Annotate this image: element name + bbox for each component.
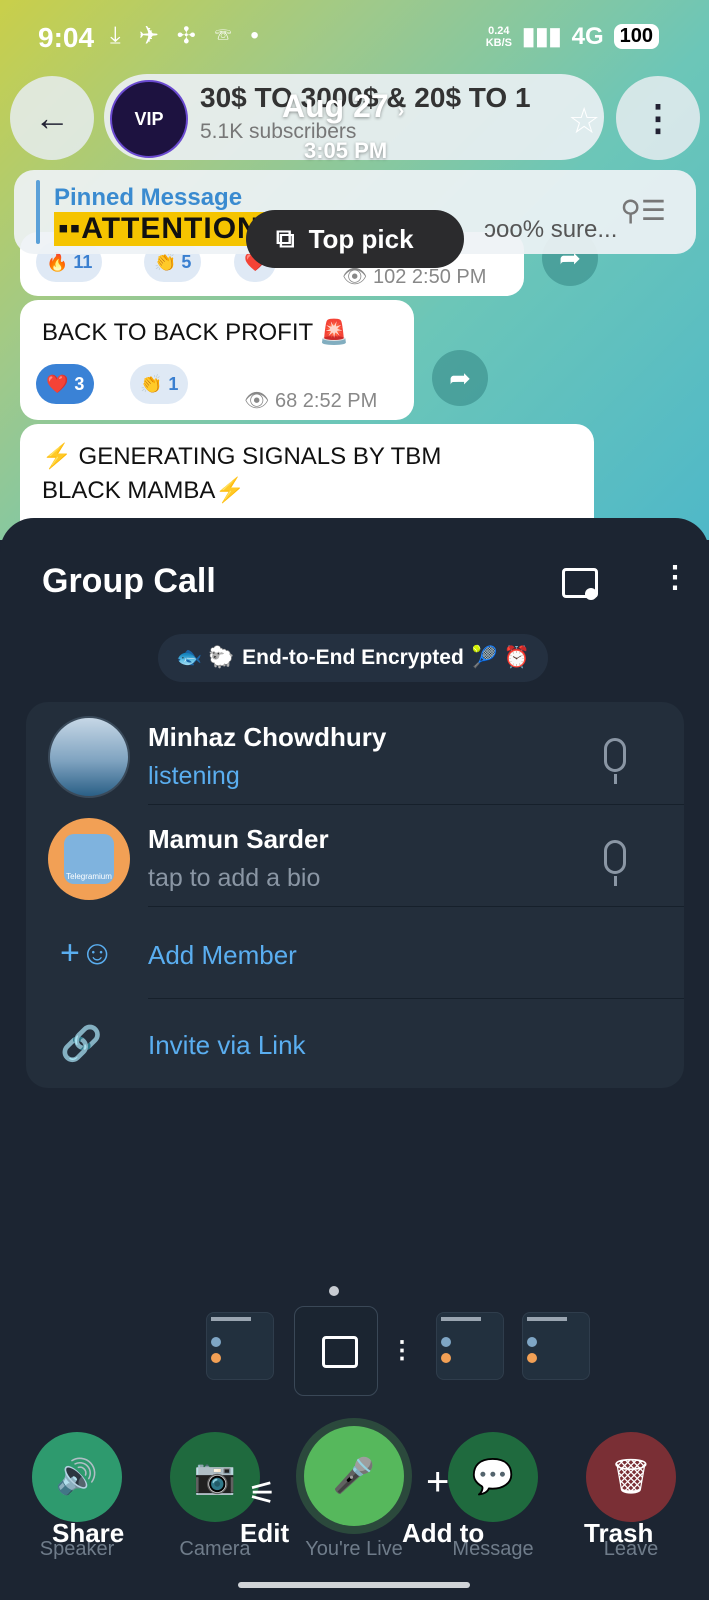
mic-stem [614, 774, 617, 784]
share-action[interactable]: Share [52, 1518, 124, 1549]
live-label: You're Live [305, 1538, 403, 1560]
add-member-label: Add Member [148, 940, 297, 970]
edit-icon[interactable]: ⚟ [248, 1474, 277, 1512]
network-type: 4G [571, 22, 604, 50]
chevron-right-icon: › [397, 100, 405, 122]
participant-status: listening [148, 762, 240, 790]
page-indicator [329, 1286, 339, 1296]
encryption-badge[interactable]: 🐟 🐑 End-to-End Encrypted 🎾 ⏰ [158, 634, 548, 682]
net-speed: 0.24 KB/S [485, 24, 512, 49]
time-overlay: 3:05 PM [304, 138, 388, 163]
more-vert-icon[interactable]: ⋮ [660, 560, 690, 595]
forward-button[interactable]: ➦ [432, 350, 488, 406]
message-icon: 💬 [471, 1458, 515, 1496]
avatar: Telegramium [48, 818, 130, 900]
encryption-emoji-left: 🐟 🐑 [176, 646, 235, 669]
mic-button[interactable]: 🎤 [304, 1426, 404, 1526]
mic-stem [614, 876, 617, 886]
message-text: BACK TO BACK PROFIT 🚨 [42, 319, 350, 346]
pinned-text: ▪▪ATTENTION [54, 212, 264, 246]
trash-icon: 🗑 [609, 1458, 653, 1496]
star-icon[interactable]: ☆ [568, 100, 600, 142]
notification-icons: ⤓ ✈ ✣ ☏ • [110, 22, 265, 49]
message-text: ⚡ GENERATING SIGNALS BY TBM BLACK MAMBA⚡ [42, 443, 442, 504]
add-user-icon: +☺ [60, 934, 115, 972]
back-button[interactable]: ← [10, 76, 94, 160]
invite-link-row[interactable]: 🔗 Invite via Link [26, 998, 684, 1088]
mic-icon[interactable] [604, 738, 626, 772]
telegramium-logo-icon: Telegramium [64, 834, 114, 884]
recent-thumbnail[interactable] [522, 1312, 590, 1380]
message-button[interactable]: 💬 [448, 1432, 538, 1522]
participant-row[interactable]: Minhaz Chowdhury listening [26, 716, 684, 806]
more-vert-icon: ⋮ [640, 97, 676, 138]
participants-panel: Minhaz Chowdhury listening Telegramium M… [26, 702, 684, 1088]
plus-icon[interactable]: + [426, 1460, 449, 1505]
add-to-action[interactable]: Add to [402, 1518, 484, 1549]
speaker-icon: 🔊 [55, 1458, 99, 1496]
pip-star-icon: ⧉ [276, 223, 295, 253]
participant-name: Minhaz Chowdhury [148, 722, 387, 752]
battery-icon: 100 [613, 24, 659, 49]
avatar [48, 716, 130, 798]
mic-icon: 🎤 [332, 1457, 376, 1495]
status-bar: 9:04 ⤓ ✈ ✣ ☏ • 0.24 KB/S ▮▮▮ 4G 100 [0, 0, 709, 70]
recent-thumbnail[interactable] [436, 1312, 504, 1380]
status-time: 9:04 [38, 22, 95, 53]
message-bubble[interactable]: BACK TO BACK PROFIT 🚨 ❤️ 3 👏 1 👁 68 2:52 P… [20, 300, 414, 420]
recent-thumbnail[interactable] [206, 1312, 274, 1380]
top-pick-label: Top pick [308, 223, 414, 254]
mic-icon[interactable] [604, 840, 626, 874]
back-arrow-icon: ← [34, 97, 70, 138]
home-indicator[interactable] [238, 1582, 470, 1588]
reaction-chip[interactable]: ❤️ 3 [36, 364, 95, 404]
encryption-emoji-right: 🎾 ⏰ [471, 646, 530, 669]
leave-button[interactable]: 🗑 [586, 1432, 676, 1522]
date-overlay[interactable]: Aug 27 › [282, 88, 404, 125]
chat-menu-button[interactable]: ⋮ [616, 76, 700, 160]
camera-button[interactable]: 📷 [170, 1432, 260, 1522]
group-call-title: Group Call [42, 562, 216, 600]
pip-icon [322, 1336, 358, 1368]
encryption-label: End-to-End Encrypted [242, 646, 464, 669]
participant-row[interactable]: Telegramium Mamun Sarder tap to add a bi… [26, 818, 684, 908]
participant-name: Mamun Sarder [148, 824, 329, 854]
edit-action[interactable]: Edit [240, 1518, 289, 1549]
status-right: 0.24 KB/S ▮▮▮ 4G 100 [486, 22, 659, 51]
invite-link-label: Invite via Link [148, 1030, 306, 1060]
link-icon: 🔗 [60, 1025, 103, 1063]
screencast-dot [585, 588, 597, 600]
camera-off-icon: 📷 [193, 1458, 237, 1496]
pinned-indicator [36, 180, 40, 244]
pin-list-icon[interactable]: ⚲☰ [620, 194, 666, 227]
pinned-title: Pinned Message [54, 184, 243, 211]
divider [148, 804, 684, 805]
channel-avatar: VIP [110, 80, 188, 158]
signal-icon: ▮▮▮ [521, 23, 562, 50]
trash-action[interactable]: Trash [584, 1518, 653, 1549]
more-vert-icon[interactable]: ⋮ [390, 1336, 414, 1365]
reaction-chip[interactable]: 👏 1 [130, 364, 189, 404]
message-meta: 👁 68 2:52 PM [244, 390, 378, 412]
divider [148, 906, 684, 907]
pinned-tail: ɔoo% sure... [484, 216, 618, 243]
participant-status: tap to add a bio [148, 864, 321, 892]
speaker-button[interactable]: 🔊 [32, 1432, 122, 1522]
add-member-row[interactable]: +☺ Add Member [26, 908, 684, 998]
forward-icon: ➦ [449, 362, 471, 393]
top-pick-chip[interactable]: ⧉ Top pick [246, 210, 464, 268]
